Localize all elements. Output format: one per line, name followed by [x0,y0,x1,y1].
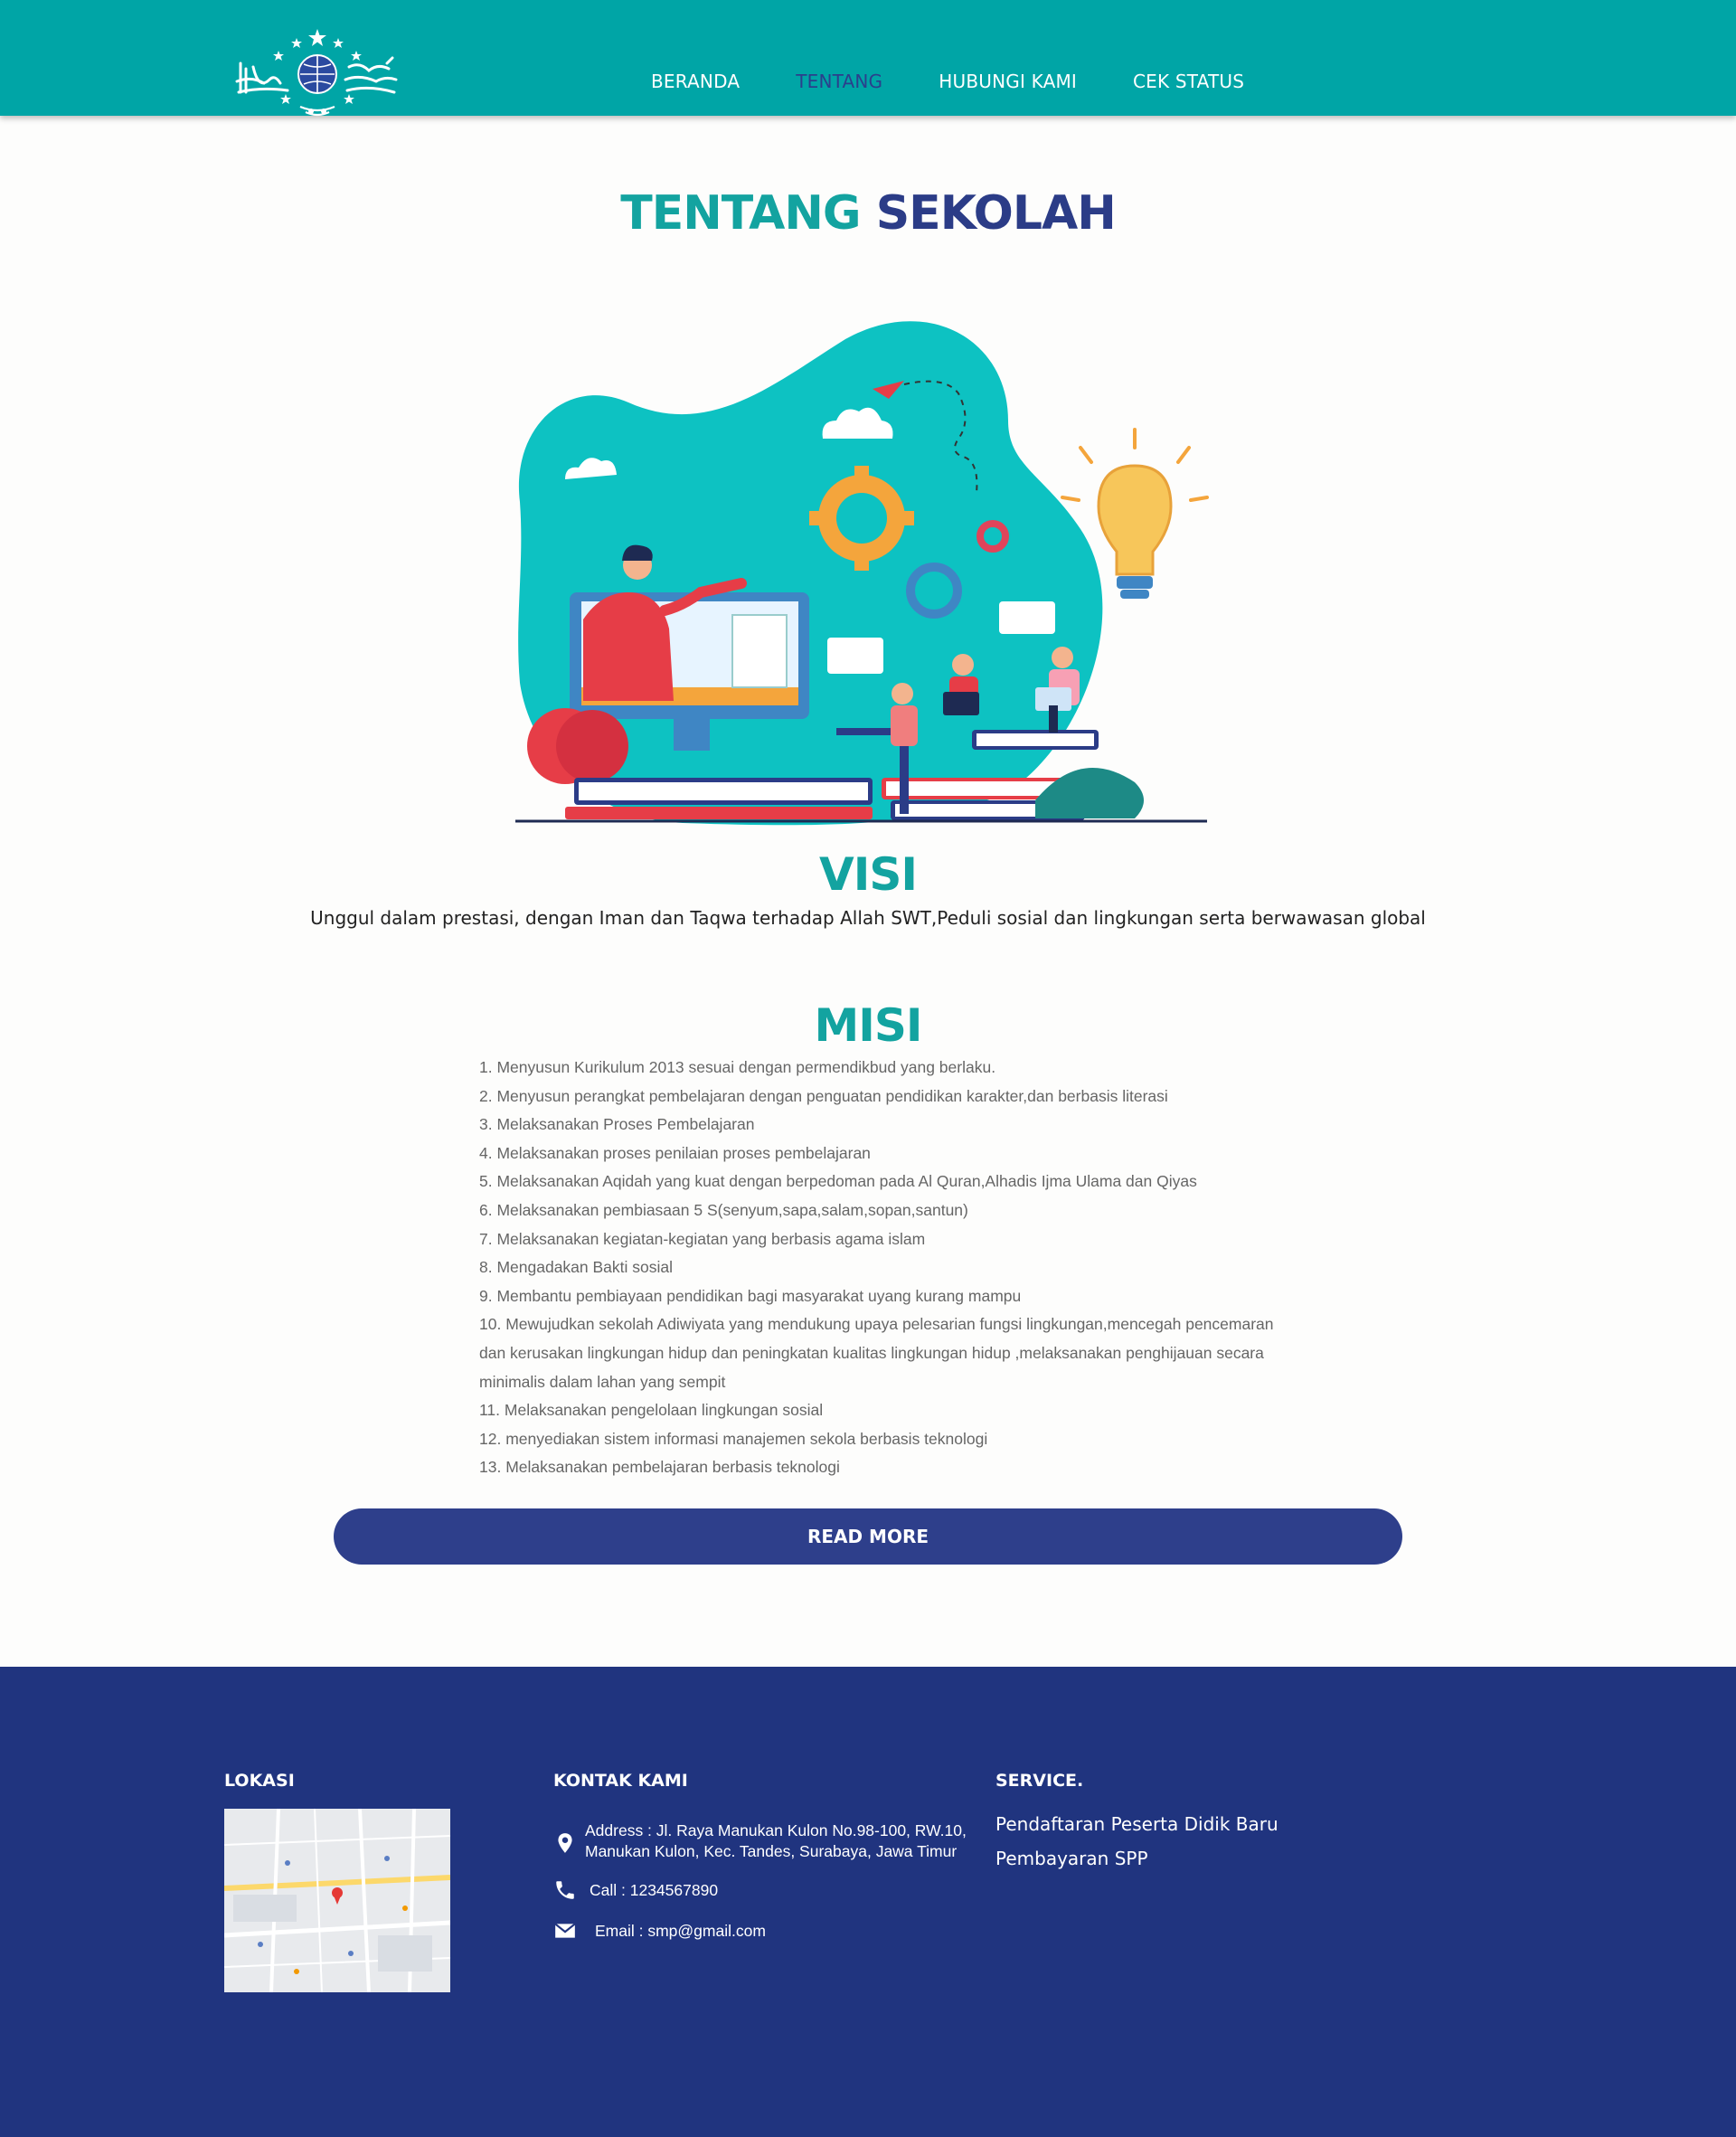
education-illustration [515,321,1209,826]
nav-cek-status[interactable]: CEK STATUS [1133,71,1244,92]
page-title-part2: SEKOLAH [875,186,1117,241]
misi-item: 13. Melaksanakan pembelajaran berbasis t… [479,1458,840,1477]
envelope-icon [554,1923,576,1938]
service-link-ppdb[interactable]: Pendaftaran Peserta Didik Baru [995,1813,1278,1835]
service-link-spp[interactable]: Pembayaran SPP [995,1848,1148,1869]
misi-item: 12. menyediakan sistem informasi manajem… [479,1429,988,1448]
misi-item: 2. Menyusun perangkat pembelajaran denga… [479,1086,1168,1105]
contact-address: Address : Jl. Raya Manukan Kulon No.98-1… [553,1820,987,1862]
misi-item: 6. Melaksanakan pembiasaan 5 S(senyum,sa… [479,1200,968,1219]
footer-kontak-heading: KONTAK KAMI [553,1771,688,1791]
nav-tentang[interactable]: TENTANG [796,71,882,92]
misi-item: 7. Melaksanakan kegiatan-kegiatan yang b… [479,1229,926,1248]
nav-hubungi-kami[interactable]: HUBUNGI KAMI [939,71,1077,92]
contact-email: Email : smp@gmail.com [553,1921,915,1942]
misi-item: 9. Membantu pembiayaan pendidikan bagi m… [479,1286,1022,1305]
misi-item: 10. Mewujudkan sekolah Adiwiyata yang me… [479,1315,1274,1391]
main-menu: BERANDA TENTANG HUBUNGI KAMI CEK STATUS [651,71,1300,92]
misi-heading: MISI [814,999,923,1052]
email-text[interactable]: Email : smp@gmail.com [595,1921,915,1942]
misi-item: 5. Melaksanakan Aqidah yang kuat dengan … [479,1172,1197,1191]
page-title-part1: TENTANG [620,186,861,241]
phone-text[interactable]: Call : 1234567890 [590,1880,915,1901]
footer: LOKASI KONTAK KAMI Address : Jl. Raya Ma… [0,1667,1736,2137]
school-logo[interactable] [233,27,401,123]
footer-lokasi-heading: LOKASI [224,1771,295,1791]
top-navbar: BERANDA TENTANG HUBUNGI KAMI CEK STATUS [0,0,1736,117]
phone-icon [556,1881,574,1899]
footer-service-heading: SERVICE. [995,1771,1084,1791]
contact-phone: Call : 1234567890 [553,1880,915,1901]
misi-item: 3. Melaksanakan Proses Pembelajaran [479,1115,755,1134]
nav-beranda[interactable]: BERANDA [651,71,740,92]
misi-item: 1. Menyusun Kurikulum 2013 sesuai dengan… [479,1058,996,1076]
address-line1: Address : Jl. Raya Manukan Kulon No.98-1… [585,1821,967,1839]
misi-list: 1. Menyusun Kurikulum 2013 sesuai dengan… [479,1054,1275,1482]
misi-item: 11. Melaksanakan pengelolaan lingkungan … [479,1401,824,1420]
location-map[interactable] [224,1809,450,1992]
address-line2: Manukan Kulon, Kec. Tandes, Surabaya, Ja… [585,1842,958,1860]
visi-text: Unggul dalam prestasi, dengan Iman dan T… [310,907,1426,929]
visi-heading: VISI [819,848,918,901]
misi-item: 4. Melaksanakan proses penilaian proses … [479,1143,871,1162]
read-more-button[interactable]: READ MORE [334,1508,1402,1565]
misi-item: 8. Mengadakan Bakti sosial [479,1258,674,1277]
map-pin-icon [558,1833,572,1853]
page-title: TENTANG SEKOLAH [0,186,1736,241]
